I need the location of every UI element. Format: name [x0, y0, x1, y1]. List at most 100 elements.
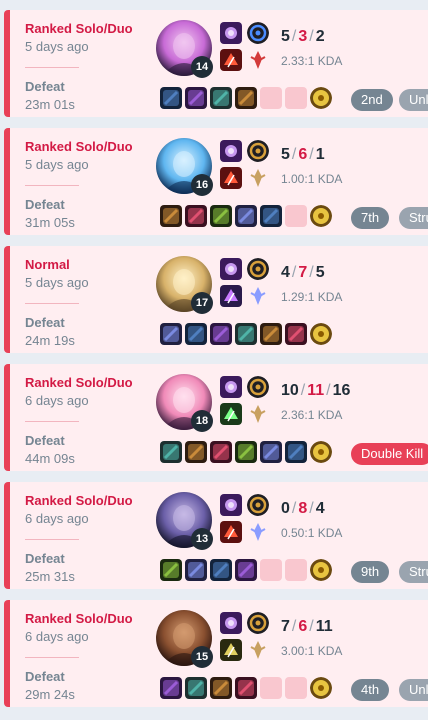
queue-type: Ranked Solo/Duo	[25, 375, 133, 390]
item-icon[interactable]	[185, 677, 207, 699]
separator: /	[309, 264, 314, 281]
match-card[interactable]: Ranked Solo/Duo 6 days ago Defeat 44m 09…	[4, 364, 428, 471]
item-icon[interactable]	[210, 323, 232, 345]
item-icon[interactable]	[235, 87, 257, 109]
fleet-icon[interactable]	[247, 258, 269, 280]
empty-item-slot[interactable]	[260, 677, 282, 699]
flash-icon[interactable]	[220, 258, 242, 280]
flash-icon[interactable]	[220, 494, 242, 516]
flash-icon[interactable]	[220, 22, 242, 44]
item-icon[interactable]	[260, 205, 282, 227]
kills: 0	[281, 500, 290, 517]
flash-icon[interactable]	[220, 376, 242, 398]
kda-line: 5/3/2	[281, 28, 325, 46]
assists: 16	[332, 382, 351, 399]
conqueror-icon[interactable]	[247, 140, 269, 162]
kda-ratio: 0.50:1 KDA	[281, 526, 343, 540]
match-duration: 23m 01s	[25, 97, 75, 112]
match-card[interactable]: Ranked Solo/Duo 5 days ago Defeat 31m 05…	[4, 128, 428, 235]
item-icon[interactable]	[160, 559, 182, 581]
match-card[interactable]: Ranked Solo/Duo 6 days ago Defeat 29m 24…	[4, 600, 428, 707]
conqueror-icon[interactable]	[247, 612, 269, 634]
precision-rune-icon[interactable]	[247, 639, 269, 661]
empty-item-slot[interactable]	[260, 559, 282, 581]
ward-trinket-icon[interactable]	[310, 441, 332, 463]
match-result: Defeat	[25, 197, 65, 212]
item-icon[interactable]	[185, 559, 207, 581]
ignite-icon[interactable]	[220, 49, 242, 71]
exhaust-icon[interactable]	[220, 639, 242, 661]
champion-level: 13	[191, 528, 213, 550]
match-card[interactable]: Ranked Solo/Duo 6 days ago Defeat 25m 31…	[4, 482, 428, 589]
electrocute-icon[interactable]	[247, 22, 269, 44]
item-icon[interactable]	[235, 559, 257, 581]
item-icon[interactable]	[285, 441, 307, 463]
teleport-icon[interactable]	[220, 285, 242, 307]
empty-item-slot[interactable]	[260, 87, 282, 109]
kda-ratio: 2.36:1 KDA	[281, 408, 343, 422]
item-icon[interactable]	[235, 441, 257, 463]
flash-icon[interactable]	[220, 140, 242, 162]
item-icon[interactable]	[210, 559, 232, 581]
divider	[25, 421, 79, 422]
match-info: Ranked Solo/Duo 6 days ago Defeat 25m 31…	[25, 492, 145, 586]
item-icon[interactable]	[160, 441, 182, 463]
item-icon[interactable]	[160, 205, 182, 227]
domination-rune-icon[interactable]	[247, 49, 269, 71]
kda-line: 5/6/1	[281, 146, 325, 164]
assists: 11	[315, 618, 333, 635]
item-icon[interactable]	[285, 323, 307, 345]
item-icon[interactable]	[210, 87, 232, 109]
item-icon[interactable]	[210, 441, 232, 463]
item-icon[interactable]	[185, 87, 207, 109]
item-icon[interactable]	[160, 87, 182, 109]
item-icon[interactable]	[260, 441, 282, 463]
item-icon[interactable]	[185, 441, 207, 463]
sorcery-rune-icon[interactable]	[247, 521, 269, 543]
item-icon[interactable]	[160, 677, 182, 699]
kda-line: 0/8/4	[281, 500, 325, 518]
empty-item-slot[interactable]	[285, 677, 307, 699]
item-icon[interactable]	[235, 205, 257, 227]
item-icon[interactable]	[210, 677, 232, 699]
ward-trinket-icon[interactable]	[310, 205, 332, 227]
conqueror-icon[interactable]	[247, 376, 269, 398]
item-icon[interactable]	[235, 323, 257, 345]
precision-rune-icon[interactable]	[247, 403, 269, 425]
placement-badge: 7th	[351, 207, 390, 229]
heal-icon[interactable]	[220, 403, 242, 425]
match-card[interactable]: Ranked Solo/Duo 5 days ago Defeat 23m 01…	[4, 10, 428, 117]
ignite-icon[interactable]	[220, 521, 242, 543]
ward-trinket-icon[interactable]	[310, 677, 332, 699]
item-icon[interactable]	[185, 205, 207, 227]
precision-rune-icon[interactable]	[247, 167, 269, 189]
item-icon[interactable]	[210, 205, 232, 227]
separator: /	[291, 28, 297, 45]
match-info: Ranked Solo/Duo 5 days ago Defeat 23m 01…	[25, 20, 145, 114]
separator: /	[291, 264, 297, 281]
match-info: Normal 5 days ago Defeat 24m 19s	[25, 256, 145, 350]
item-icon[interactable]	[160, 323, 182, 345]
placement-badge: 9th	[351, 561, 390, 583]
separator: /	[309, 146, 314, 163]
ward-trinket-icon[interactable]	[310, 87, 332, 109]
item-icon[interactable]	[185, 323, 207, 345]
divider	[25, 67, 79, 68]
tag-badge: Struggle	[399, 207, 428, 229]
empty-item-slot[interactable]	[285, 559, 307, 581]
item-icon[interactable]	[260, 323, 282, 345]
kda-line: 4/7/5	[281, 264, 325, 282]
sorcery-rune-icon[interactable]	[247, 285, 269, 307]
ward-trinket-icon[interactable]	[310, 559, 332, 581]
ward-trinket-icon[interactable]	[310, 323, 332, 345]
flash-icon[interactable]	[220, 612, 242, 634]
match-info: Ranked Solo/Duo 5 days ago Defeat 31m 05…	[25, 138, 145, 232]
tag-badge: Unlucky	[399, 89, 428, 111]
fleet-icon[interactable]	[247, 494, 269, 516]
empty-item-slot[interactable]	[285, 205, 307, 227]
item-icon[interactable]	[235, 677, 257, 699]
ignite-icon[interactable]	[220, 167, 242, 189]
empty-item-slot[interactable]	[285, 87, 307, 109]
kills: 10	[281, 382, 299, 399]
match-card[interactable]: Normal 5 days ago Defeat 24m 19s 17 4/7/…	[4, 246, 428, 353]
